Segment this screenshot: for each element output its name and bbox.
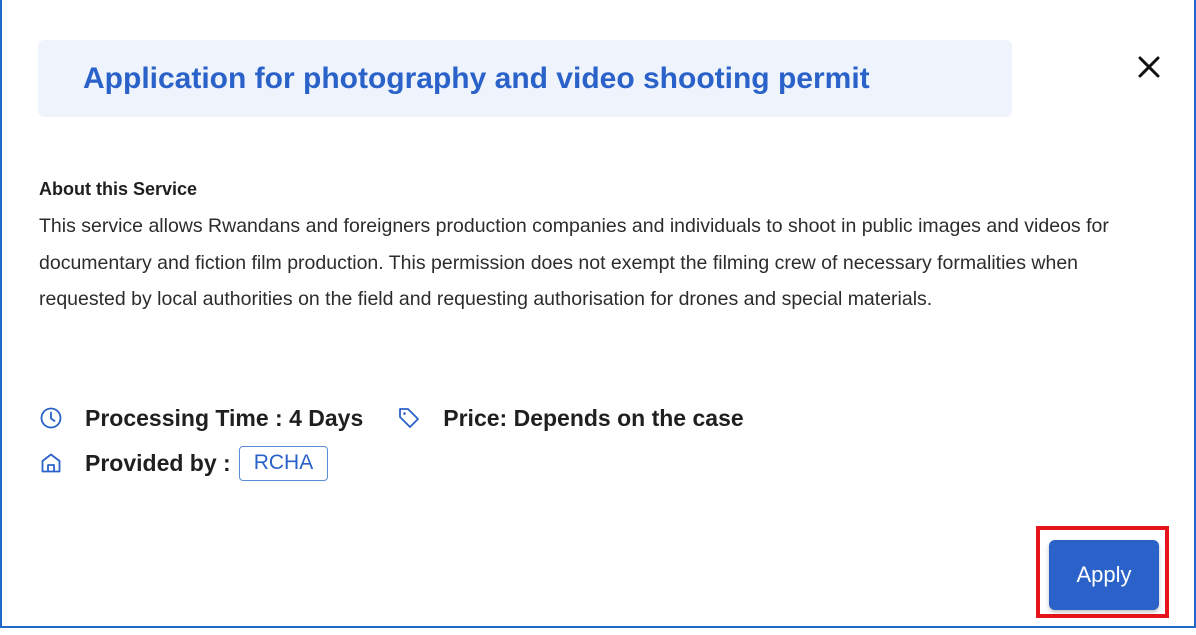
provider-badge[interactable]: RCHA	[238, 445, 329, 481]
provided-by-label: Provided by :	[85, 449, 231, 476]
clock-icon	[39, 406, 63, 430]
modal-title: Application for photography and video sh…	[83, 61, 870, 95]
modal-title-box: Application for photography and video sh…	[38, 40, 1012, 117]
price-group: Price: Depends on the case	[397, 404, 744, 432]
price: Price: Depends on the case	[443, 404, 744, 431]
processing-time: Processing Time : 4 Days	[85, 404, 364, 431]
about-description: This service allows Rwandans and foreign…	[39, 215, 1109, 310]
apply-button[interactable]: Apply	[1049, 540, 1159, 610]
tag-icon	[397, 406, 421, 430]
service-modal: Application for photography and video sh…	[0, 0, 1196, 628]
about-heading: About this Service	[39, 179, 198, 199]
close-button[interactable]	[1134, 52, 1164, 82]
building-icon	[39, 451, 63, 475]
meta-row-time-price: Processing Time : 4 Days Price: Depends …	[39, 400, 744, 436]
meta-row-provider: Provided by : RCHA	[39, 445, 329, 481]
close-icon	[1138, 56, 1160, 78]
